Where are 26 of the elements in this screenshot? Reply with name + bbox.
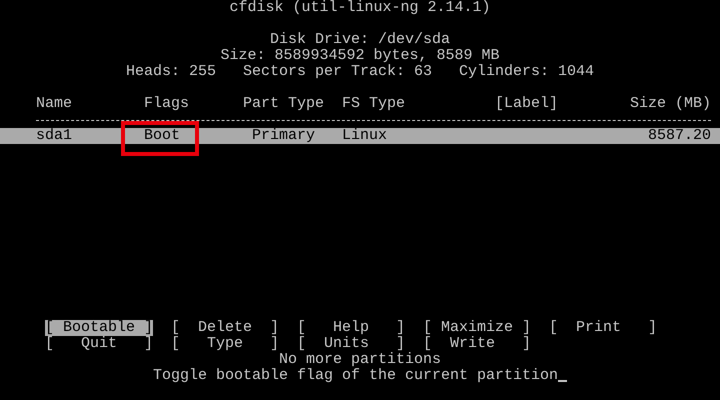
menu-button[interactable]: [ Write ] — [423, 336, 531, 352]
column-header: [Label] — [495, 96, 558, 112]
table-cell: Linux — [342, 128, 387, 144]
column-header: Part Type — [243, 96, 324, 112]
disk-info: Size: 8589934592 bytes, 8589 MB — [220, 48, 500, 64]
disk-info: Heads: 255 Sectors per Track: 63 Cylinders: 1044 — [126, 64, 594, 80]
menu-button[interactable]: [ Type ] — [171, 336, 279, 352]
column-header: Name — [36, 96, 72, 112]
help-text: Toggle bootable flag of the current partition — [152, 368, 558, 384]
table-cell: sda1 — [36, 128, 72, 144]
menu-button[interactable]: [ Quit ] — [45, 336, 153, 352]
menu-button[interactable]: [ Units ] — [297, 336, 405, 352]
menu-button[interactable]: [ Print ] — [549, 320, 657, 336]
table-cell: Primary — [252, 128, 315, 144]
status-message: No more partitions — [278, 352, 442, 368]
table-cell: Boot — [144, 128, 180, 144]
disk-info: Disk Drive: /dev/sda — [270, 32, 450, 48]
menu-button[interactable]: [ Delete ] — [171, 320, 279, 336]
table-cell-text: 8587.20 — [646, 128, 711, 144]
column-header: Flags — [144, 96, 189, 112]
menu-button[interactable]: [ Help ] — [297, 320, 405, 336]
menu-button[interactable]: [ Maximize ] — [423, 320, 531, 336]
menu-button[interactable]: [ Bootable ] — [45, 320, 153, 336]
window-title: cfdisk (util-linux-ng 2.14.1) — [229, 0, 491, 16]
column-header: Size (MB) — [630, 96, 711, 112]
column-header: FS Type — [342, 96, 405, 112]
